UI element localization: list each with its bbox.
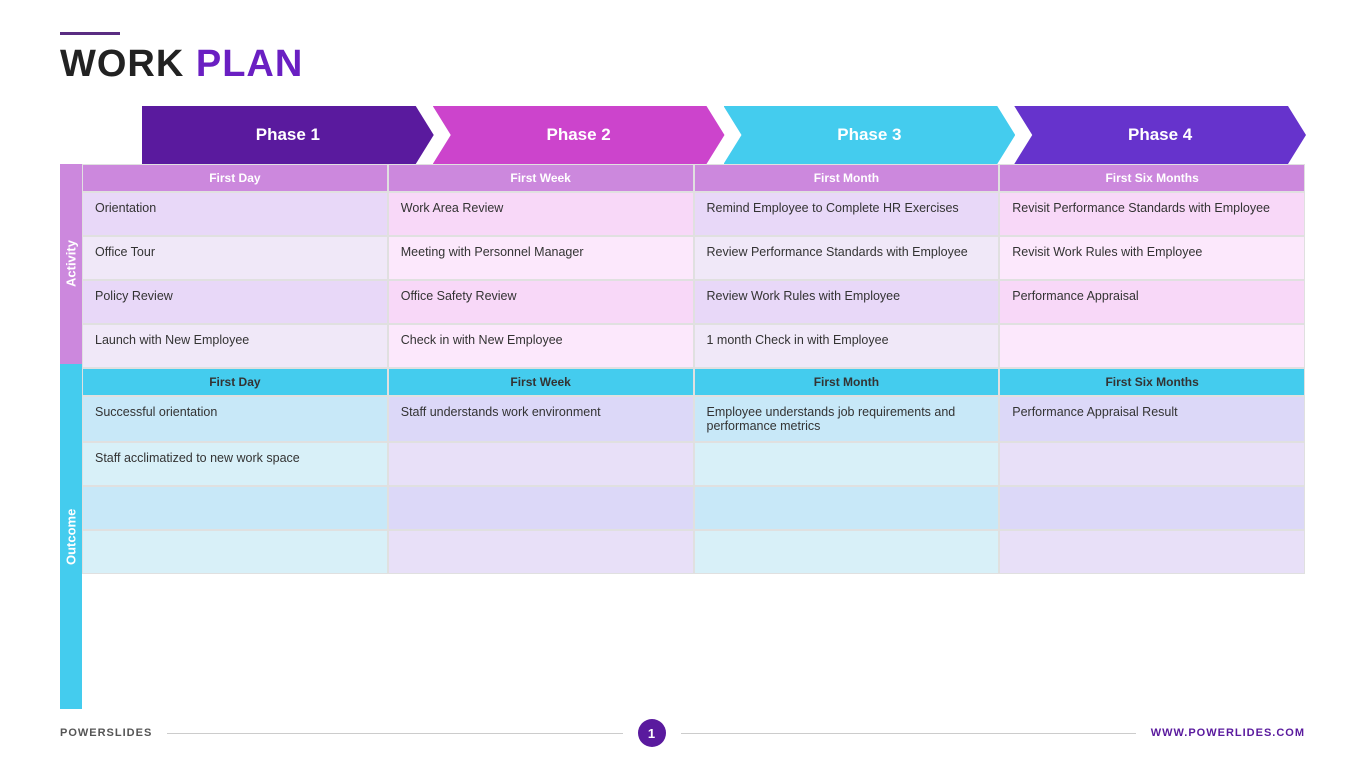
outcome-row-2: Staff acclimatized to new work space [82, 442, 1305, 486]
outcome-r3-c3 [694, 486, 1000, 530]
outcome-row-3 [82, 486, 1305, 530]
activity-r4-c4 [999, 324, 1305, 368]
activity-r3-c1: Policy Review [82, 280, 388, 324]
activity-r3-c3: Review Work Rules with Employee [694, 280, 1000, 324]
outcome-header-col1: First Day [82, 368, 388, 396]
activity-row-2: Office Tour Meeting with Personnel Manag… [82, 236, 1305, 280]
activity-r2-c1: Office Tour [82, 236, 388, 280]
outcome-header-col4: First Six Months [999, 368, 1305, 396]
outcome-r2-c4 [999, 442, 1305, 486]
activity-header-col2: First Week [388, 164, 694, 192]
outcome-r2-c2 [388, 442, 694, 486]
activity-header-col4: First Six Months [999, 164, 1305, 192]
activity-row-1: Orientation Work Area Review Remind Empl… [82, 192, 1305, 236]
outcome-r1-c4: Performance Appraisal Result [999, 396, 1305, 442]
footer-line-right [681, 733, 1136, 734]
activity-r1-c1: Orientation [82, 192, 388, 236]
activity-label: Activity [60, 164, 82, 364]
activity-r2-c3: Review Performance Standards with Employ… [694, 236, 1000, 280]
activity-r2-c4: Revisit Work Rules with Employee [999, 236, 1305, 280]
outcome-r3-c1 [82, 486, 388, 530]
outcome-r4-c4 [999, 530, 1305, 574]
activity-header-row: First Day First Week First Month First S… [82, 164, 1305, 192]
phase4-arrow: Phase 4 [1014, 106, 1306, 164]
title-plan: PLAN [196, 43, 303, 85]
outcome-r4-c1 [82, 530, 388, 574]
outcome-header-col2: First Week [388, 368, 694, 396]
phase1-arrow: Phase 1 [142, 106, 434, 164]
main-content: Phase 1 Phase 2 Phase 3 Phase 4 Activity… [60, 106, 1305, 709]
phase4-label: Phase 4 [1128, 125, 1192, 145]
activity-r3-c4: Performance Appraisal [999, 280, 1305, 324]
footer: POWERSLIDES 1 WWW.POWERLIDES.COM [60, 709, 1305, 747]
activity-r1-c3: Remind Employee to Complete HR Exercises [694, 192, 1000, 236]
outcome-r3-c4 [999, 486, 1305, 530]
activity-r4-c1: Launch with New Employee [82, 324, 388, 368]
activity-r4-c3: 1 month Check in with Employee [694, 324, 1000, 368]
outcome-r4-c2 [388, 530, 694, 574]
phase2-arrow: Phase 2 [433, 106, 725, 164]
activity-r3-c2: Office Safety Review [388, 280, 694, 324]
outcome-r4-c3 [694, 530, 1000, 574]
footer-page-badge: 1 [638, 719, 666, 747]
activity-r4-c2: Check in with New Employee [388, 324, 694, 368]
activity-r1-c4: Revisit Performance Standards with Emplo… [999, 192, 1305, 236]
activity-section: First Day First Week First Month First S… [82, 164, 1305, 368]
footer-line-left [167, 733, 622, 734]
footer-brand-left: POWERSLIDES [60, 727, 152, 739]
activity-header-col1: First Day [82, 164, 388, 192]
activity-row-4: Launch with New Employee Check in with N… [82, 324, 1305, 368]
page-title: WORK PLAN [60, 43, 1305, 86]
phases-bar: Phase 1 Phase 2 Phase 3 Phase 4 [142, 106, 1305, 164]
phase1-label: Phase 1 [256, 125, 320, 145]
phase3-label: Phase 3 [837, 125, 901, 145]
outcome-r1-c1: Successful orientation [82, 396, 388, 442]
outcome-label: Outcome [60, 364, 82, 709]
outcome-row-1: Successful orientation Staff understands… [82, 396, 1305, 442]
page: WORK PLAN Phase 1 Phase 2 Phase 3 Phase … [0, 0, 1365, 767]
outcome-header-col3: First Month [694, 368, 1000, 396]
activity-r1-c2: Work Area Review [388, 192, 694, 236]
phase2-label: Phase 2 [546, 125, 610, 145]
activity-r2-c2: Meeting with Personnel Manager [388, 236, 694, 280]
outcome-r3-c2 [388, 486, 694, 530]
table-wrapper: Activity Outcome First Day First Week Fi… [60, 164, 1305, 709]
outcome-r2-c1: Staff acclimatized to new work space [82, 442, 388, 486]
row-labels: Activity Outcome [60, 164, 82, 709]
activity-header-col3: First Month [694, 164, 1000, 192]
grid: First Day First Week First Month First S… [82, 164, 1305, 709]
outcome-r2-c3 [694, 442, 1000, 486]
activity-row-3: Policy Review Office Safety Review Revie… [82, 280, 1305, 324]
header-accent-line [60, 32, 120, 35]
outcome-r1-c2: Staff understands work environment [388, 396, 694, 442]
title-work: WORK [60, 43, 196, 85]
outcome-header-row: First Day First Week First Month First S… [82, 368, 1305, 396]
phase3-arrow: Phase 3 [724, 106, 1016, 164]
header: WORK PLAN [60, 32, 1305, 86]
outcome-section: First Day First Week First Month First S… [82, 368, 1305, 709]
footer-brand-right: WWW.POWERLIDES.COM [1151, 727, 1305, 739]
outcome-r1-c3: Employee understands job requirements an… [694, 396, 1000, 442]
outcome-row-4 [82, 530, 1305, 574]
